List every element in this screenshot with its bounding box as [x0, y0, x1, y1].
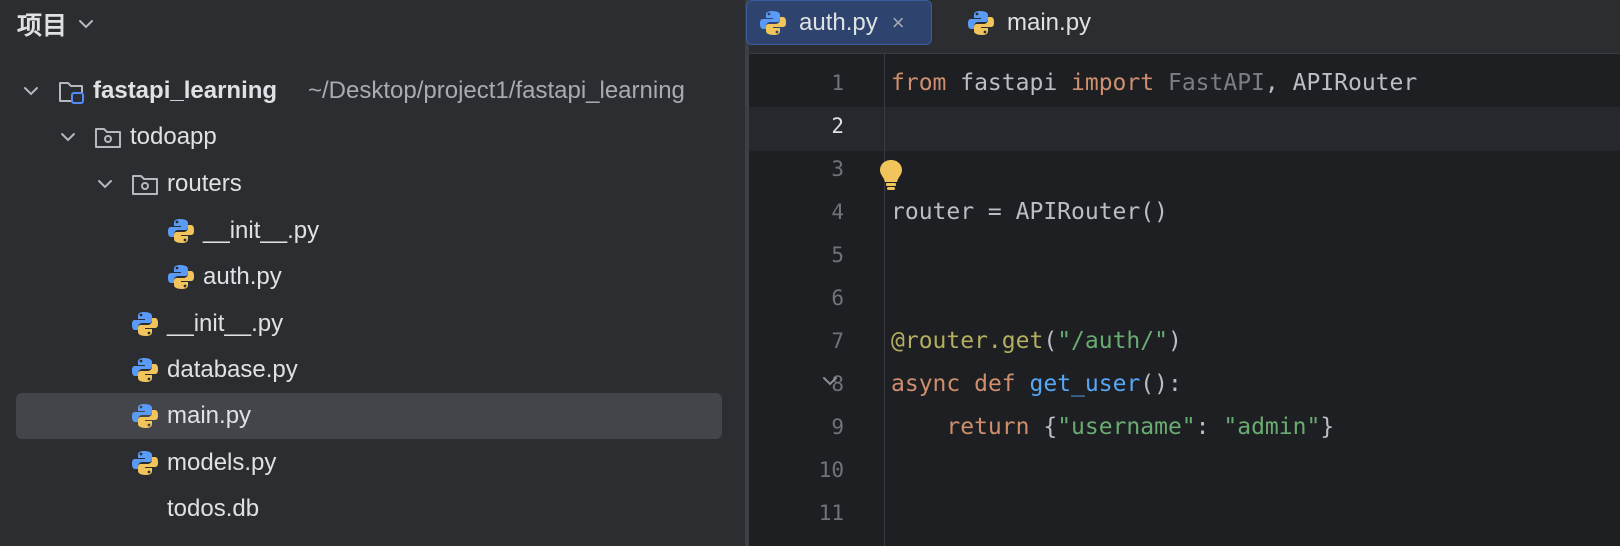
line-number: 7 [831, 329, 844, 353]
python-icon [132, 312, 158, 336]
code-token: get_user [1029, 371, 1141, 397]
tree-item-file[interactable]: database.py [0, 347, 745, 393]
tree-item-label: routers [167, 170, 242, 197]
python-icon [132, 404, 158, 428]
line-number: 6 [831, 286, 844, 310]
tree-item-todoapp[interactable]: todoapp [0, 114, 745, 160]
python-icon [132, 451, 158, 475]
package-folder-icon [132, 175, 158, 195]
python-icon [168, 219, 194, 243]
tree-item-label: __init__.py [167, 310, 284, 337]
code-token: router = APIRouter() [891, 199, 1168, 225]
lightbulb-icon[interactable] [878, 158, 904, 192]
tree-item-file[interactable]: auth.py [0, 254, 745, 300]
code-line: async def get_user (): [885, 362, 1620, 406]
chevron-down-icon[interactable] [95, 174, 115, 194]
editor: auth.py × main.py 1 2 3 4 5 6 7 8 9 10 11 from fas… [746, 0, 1620, 546]
chevron-down-icon [79, 20, 94, 29]
line-number: 4 [831, 200, 844, 224]
code-line: from fastapi import FastAPI, APIRouter [885, 61, 1620, 105]
code-token: : [1195, 414, 1224, 440]
line-number: 10 [818, 458, 844, 482]
code-area[interactable]: from fastapi import FastAPI, APIRouter ro… [885, 53, 1620, 546]
tree-item-label: fastapi_learning [93, 77, 278, 104]
tree-item-label: todos.db [167, 495, 260, 522]
code-token: ( [1043, 328, 1058, 354]
tab-label: main.py [1007, 8, 1092, 36]
fold-chevron-icon[interactable] [821, 372, 839, 390]
code-token: from [891, 70, 947, 96]
code-token: async [891, 371, 961, 397]
tree-item-file[interactable]: __init__.py [0, 208, 745, 254]
tree-item-routers[interactable]: routers [0, 161, 745, 207]
line-number: 1 [831, 71, 844, 95]
tree-item-label: models.py [167, 449, 277, 476]
code-token: FastAPI [1167, 70, 1265, 96]
code-token: "/auth/" [1057, 328, 1168, 354]
project-folder-icon [59, 82, 84, 104]
line-number: 2 [831, 114, 844, 138]
chevron-down-icon[interactable] [58, 127, 78, 147]
package-folder-icon [95, 128, 121, 148]
code-line: router = APIRouter() [885, 190, 1620, 234]
tree-item-label: __init__.py [203, 217, 320, 244]
code-token: def [974, 371, 1016, 397]
python-icon [968, 10, 994, 35]
tree-item-file[interactable]: __init__.py [0, 301, 745, 347]
tab-auth-py[interactable]: auth.py × [746, 0, 932, 45]
code-token: return [946, 414, 1030, 440]
python-icon [132, 358, 158, 382]
code-token: fastapi [946, 70, 1072, 96]
project-panel: 项目 fastapi_learning ~/Desktop/project1/f… [0, 0, 745, 546]
line-number: 11 [818, 501, 844, 525]
selection-highlight [16, 393, 722, 439]
tree-item-label: auth.py [203, 263, 282, 290]
line-number-gutter[interactable]: 1 2 3 4 5 6 7 8 9 10 11 [749, 53, 884, 546]
code-line: @router.get("/auth/") [885, 319, 1620, 363]
line-number: 3 [831, 157, 844, 181]
tree-item-label: todoapp [130, 123, 217, 150]
tab-label: auth.py [799, 8, 878, 36]
code-token: "admin" [1223, 414, 1321, 440]
code-token: { [1029, 414, 1058, 440]
code-token: (): [1140, 371, 1182, 397]
close-icon[interactable]: × [892, 10, 905, 36]
tree-item-file-selected[interactable]: main.py [0, 393, 745, 439]
python-icon [168, 265, 194, 289]
tree-item-file[interactable]: todos.db [0, 486, 745, 532]
tab-main-py[interactable]: main.py [967, 0, 1127, 45]
editor-tab-bar: auth.py × main.py [746, 0, 1620, 54]
chevron-down-icon[interactable] [21, 81, 41, 101]
code-token: ) [1167, 328, 1182, 354]
project-path: ~/Desktop/project1/fastapi_learning [308, 77, 685, 104]
tree-item-label: database.py [167, 356, 298, 383]
line-number: 5 [831, 243, 844, 267]
tree-item-file[interactable]: models.py [0, 440, 745, 486]
code-token: } [1320, 414, 1335, 440]
tree-item-project-root[interactable]: fastapi_learning ~/Desktop/project1/fast… [0, 68, 745, 114]
code-token: , APIRouter [1264, 70, 1418, 96]
code-token: @router.get [891, 328, 1044, 354]
panel-title: 项目 [17, 12, 68, 40]
project-view-selector[interactable]: 项目 [17, 4, 95, 44]
code-token: "username" [1057, 414, 1196, 440]
python-icon [760, 10, 786, 35]
line-number: 9 [831, 415, 844, 439]
tree-item-label: main.py [167, 402, 252, 429]
code-line: return {"username": "admin"} [885, 405, 1620, 449]
code-token: import [1071, 70, 1155, 96]
